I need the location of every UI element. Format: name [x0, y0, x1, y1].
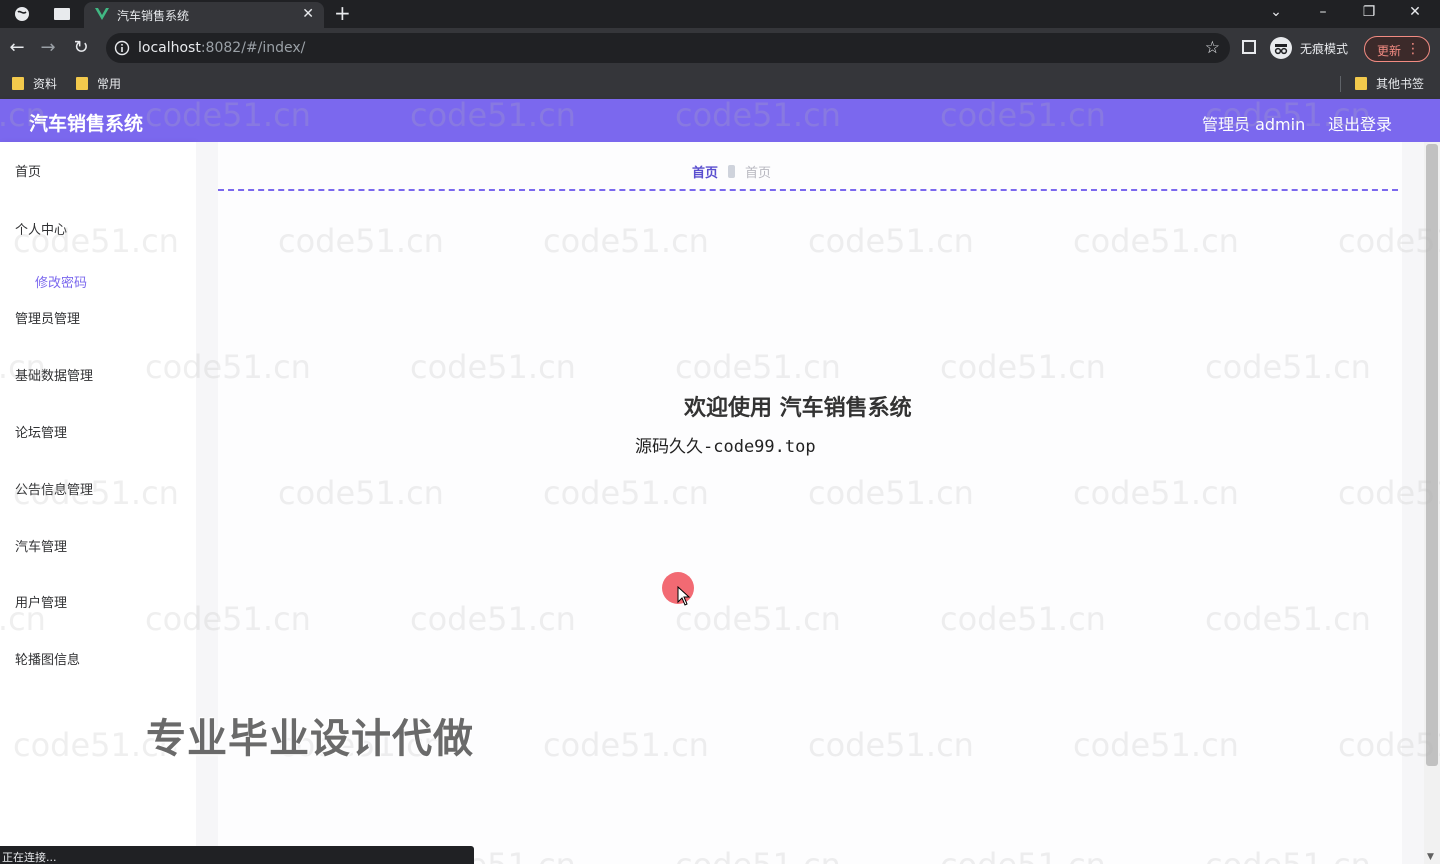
restore-icon[interactable]: ❐: [1359, 2, 1379, 22]
app-title: 汽车销售系统: [29, 113, 144, 135]
address-bar[interactable]: localhost:8082/#/index/ ☆: [106, 33, 1230, 63]
welcome-heading: 欢迎使用 汽车销售系统: [684, 396, 912, 421]
mouse-cursor-icon: [677, 586, 691, 606]
tab-title: 汽车销售系统: [117, 9, 190, 23]
breadcrumb-separator-icon: [728, 164, 736, 178]
sidebar-item-users[interactable]: 用户管理: [15, 592, 67, 611]
sidebar-item-change-password[interactable]: 修改密码: [35, 272, 87, 291]
sidebar-item-home[interactable]: 首页: [15, 161, 41, 180]
sidebar-item-cars[interactable]: 汽车管理: [15, 536, 67, 555]
breadcrumb: 首页 首页: [692, 162, 772, 181]
menu-dots-icon[interactable]: ⋮: [1406, 40, 1420, 58]
bookmarks-bar: 资料 常用 其他书签: [0, 68, 1440, 99]
url-text: localhost:8082/#/index/: [138, 40, 305, 56]
tab-overview-icon[interactable]: [53, 5, 71, 23]
bookmark-label: 其他书签: [1376, 76, 1425, 91]
back-icon[interactable]: ←: [6, 37, 28, 59]
app-header: 汽车销售系统 管理员 admin 退出登录: [0, 99, 1440, 142]
bookmarks-divider: [1340, 76, 1341, 92]
reload-icon[interactable]: ↻: [70, 37, 92, 59]
browser-globe-icon[interactable]: [13, 5, 31, 23]
incognito-indicator[interactable]: 无痕模式: [1270, 37, 1348, 59]
bookmark-label: 资料: [33, 76, 58, 91]
scrollbar-thumb[interactable]: [1426, 144, 1438, 766]
forward-icon[interactable]: →: [37, 37, 59, 59]
page-scrollbar[interactable]: ▼: [1424, 142, 1440, 864]
source-subtitle: 源码久久-code99.top: [635, 437, 816, 457]
scroll-down-icon[interactable]: ▼: [1427, 852, 1434, 862]
bookmark-folder-ziliao[interactable]: 资料: [12, 74, 57, 92]
sidebar-item-admins[interactable]: 管理员管理: [15, 308, 80, 327]
folder-icon: [76, 76, 88, 90]
url-path: :8082/#/index/: [200, 40, 306, 56]
incognito-label: 无痕模式: [1300, 41, 1349, 56]
bookmark-folder-other[interactable]: 其他书签: [1355, 74, 1424, 92]
sidebar-item-profile[interactable]: 个人中心: [15, 219, 67, 238]
tab-search-icon[interactable]: ⌄: [1266, 2, 1286, 22]
update-button[interactable]: 更新 ⋮: [1364, 36, 1430, 62]
url-host: localhost: [138, 40, 201, 56]
breadcrumb-home[interactable]: 首页: [692, 162, 718, 181]
admin-label: 管理员 admin: [1202, 115, 1306, 134]
vue-favicon-icon: [95, 8, 109, 20]
sidebar-item-forum[interactable]: 论坛管理: [15, 422, 67, 441]
update-label: 更新: [1377, 44, 1402, 58]
sidebar-item-notices[interactable]: 公告信息管理: [15, 479, 93, 498]
bookmark-folder-changyong[interactable]: 常用: [76, 74, 121, 92]
ad-overlay-text: 专业毕业设计代做: [146, 716, 474, 762]
window-close-icon[interactable]: ✕: [1405, 2, 1425, 22]
folder-icon: [12, 76, 24, 90]
status-text: 正在连接...: [2, 851, 57, 864]
sidebar-item-base-data[interactable]: 基础数据管理: [15, 365, 93, 384]
incognito-icon: [1270, 37, 1292, 59]
side-panel-icon[interactable]: [1242, 40, 1256, 54]
sidebar-item-carousel[interactable]: 轮播图信息: [15, 649, 80, 668]
browser-tabstrip: 汽车销售系统 ✕ + ⌄ – ❐ ✕: [0, 0, 1440, 28]
bookmark-label: 常用: [97, 76, 122, 91]
browser-tab-active[interactable]: 汽车销售系统 ✕: [84, 2, 324, 28]
logout-link[interactable]: 退出登录: [1328, 111, 1392, 135]
folder-icon: [1355, 76, 1367, 90]
bookmark-star-icon[interactable]: ☆: [1205, 38, 1220, 58]
site-info-icon[interactable]: [114, 40, 130, 56]
breadcrumb-current: 首页: [745, 165, 772, 181]
breadcrumb-divider: [218, 189, 1398, 191]
new-tab-icon[interactable]: +: [334, 1, 351, 25]
minimize-icon[interactable]: –: [1313, 2, 1333, 22]
tab-close-icon[interactable]: ✕: [302, 5, 314, 23]
browser-toolbar: ← → ↻ localhost:8082/#/index/ ☆: [0, 28, 1440, 68]
browser-status-bar: 正在连接...: [0, 846, 474, 864]
